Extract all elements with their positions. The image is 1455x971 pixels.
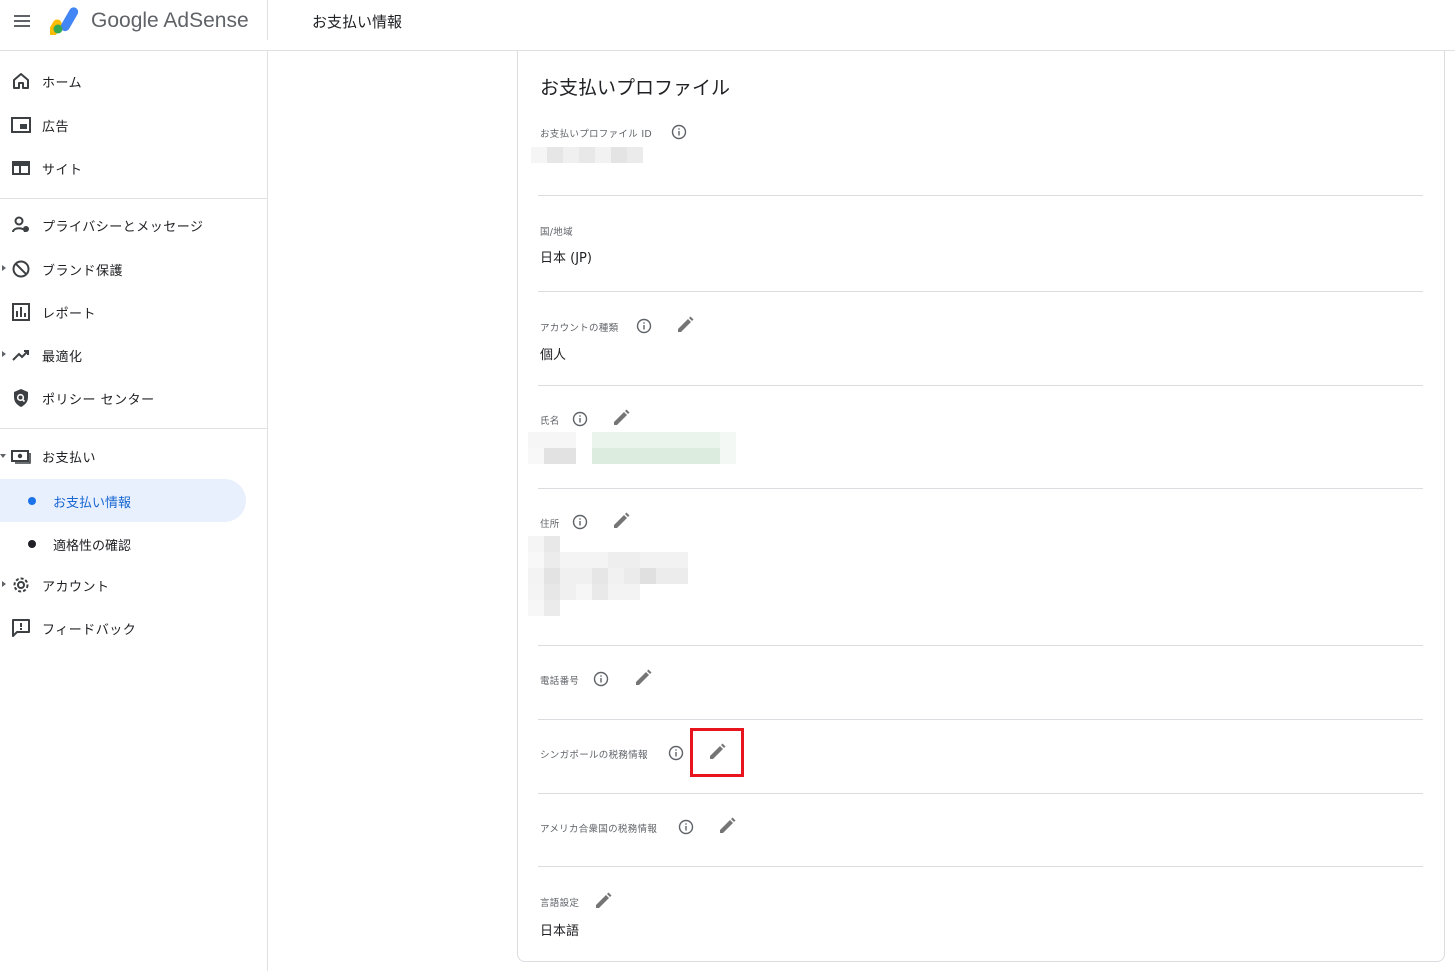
sidebar-item-label: レポート xyxy=(42,307,97,322)
field-divider xyxy=(538,645,1423,646)
sidebar-item-feedback[interactable]: フィードバック xyxy=(0,608,268,648)
info-icon[interactable] xyxy=(671,124,687,140)
hamburger-menu-icon[interactable] xyxy=(11,10,33,32)
field-divider xyxy=(538,291,1423,292)
country-label: 国/地域 xyxy=(540,227,573,238)
home-icon xyxy=(13,73,29,89)
account-type-value: 個人 xyxy=(540,348,567,363)
field-divider xyxy=(538,719,1423,720)
gear-icon xyxy=(13,577,29,593)
edit-pencil-icon[interactable] xyxy=(633,668,653,688)
sidebar-item-home[interactable]: ホーム xyxy=(0,61,268,101)
edit-pencil-icon[interactable] xyxy=(675,315,695,335)
account-type-label: アカウントの種類 xyxy=(540,323,619,334)
sidebar-item-brand-protection[interactable]: ブランド保護 xyxy=(0,249,268,289)
field-divider xyxy=(538,195,1423,196)
singapore-tax-label: シンガポールの税務情報 xyxy=(540,750,648,761)
bullet-icon xyxy=(28,540,36,548)
sidebar-item-ads[interactable]: 広告 xyxy=(0,105,268,145)
sidebar-item-account[interactable]: アカウント xyxy=(0,565,268,605)
trending-icon xyxy=(12,350,29,361)
expand-caret-icon xyxy=(2,265,6,271)
edit-pencil-icon[interactable] xyxy=(717,816,737,836)
sidebar-item-label: プライバシーとメッセージ xyxy=(42,220,204,235)
sidebar-item-policy-center[interactable]: ポリシー センター xyxy=(0,378,268,418)
language-label: 言語設定 xyxy=(540,898,580,909)
sidebar-item-label: 広告 xyxy=(42,120,70,135)
sidebar-item-optimization[interactable]: 最適化 xyxy=(0,335,268,375)
sidebar-item-payments[interactable]: お支払い xyxy=(0,436,268,476)
page-title: お支払い情報 xyxy=(312,13,403,31)
info-icon[interactable] xyxy=(678,819,694,835)
collapse-caret-icon xyxy=(0,454,6,458)
info-icon[interactable] xyxy=(572,411,588,427)
sidebar-item-label: お支払い xyxy=(42,451,97,466)
sidebar-item-sites[interactable]: サイト xyxy=(0,148,268,188)
highlight-box xyxy=(690,728,744,777)
card-title: お支払いプロファイル xyxy=(540,77,731,99)
sidebar-item-privacy[interactable]: プライバシーとメッセージ xyxy=(0,205,268,245)
sidebar-item-label: フィードバック xyxy=(42,623,137,638)
edit-pencil-icon[interactable] xyxy=(611,511,631,531)
privacy-icon xyxy=(12,216,29,233)
name-label: 氏名 xyxy=(540,416,560,427)
us-tax-label: アメリカ合衆国の税務情報 xyxy=(540,824,658,835)
sidebar-item-reports[interactable]: レポート xyxy=(0,292,268,332)
info-icon[interactable] xyxy=(668,745,684,761)
header-divider xyxy=(267,0,268,40)
ads-icon xyxy=(11,117,31,133)
sidebar-item-label: ポリシー センター xyxy=(42,393,155,408)
language-value: 日本語 xyxy=(540,924,580,939)
sidebar-divider xyxy=(0,428,268,429)
info-icon[interactable] xyxy=(593,671,609,687)
sidebar-item-label: ブランド保護 xyxy=(42,264,124,279)
field-divider xyxy=(538,793,1423,794)
sidebar-subitem-label: お支払い情報 xyxy=(53,496,132,511)
sidebar-item-label: 最適化 xyxy=(42,350,83,365)
sites-icon xyxy=(12,161,30,175)
field-divider xyxy=(538,866,1423,867)
edit-pencil-icon[interactable] xyxy=(593,891,613,911)
phone-label: 電話番号 xyxy=(540,676,580,687)
sidebar-item-label: ホーム xyxy=(42,76,83,91)
sidebar-subitem-payment-info[interactable]: お支払い情報 xyxy=(0,479,246,522)
adsense-logo-icon[interactable] xyxy=(50,5,82,35)
sidebar-item-label: アカウント xyxy=(42,580,110,595)
field-divider xyxy=(538,385,1423,386)
payments-icon xyxy=(11,450,31,464)
field-divider xyxy=(538,488,1423,489)
profile-id-label: お支払いプロファイル ID xyxy=(540,129,653,140)
sidebar: ホーム 広告 サイト プライバシーとメッセージ ブランド保護 レポート 最適化 … xyxy=(0,51,268,971)
bullet-icon xyxy=(28,497,36,505)
expand-caret-icon xyxy=(2,581,6,587)
edit-pencil-icon[interactable] xyxy=(611,408,631,428)
policy-shield-icon xyxy=(14,389,28,407)
sidebar-divider xyxy=(0,198,268,199)
info-icon[interactable] xyxy=(572,514,588,530)
address-label: 住所 xyxy=(540,519,560,530)
info-icon[interactable] xyxy=(636,318,652,334)
block-icon xyxy=(12,260,30,278)
country-value: 日本 (JP) xyxy=(540,251,592,266)
report-icon xyxy=(12,303,30,321)
expand-caret-icon xyxy=(2,351,6,357)
app-name[interactable]: Google AdSense xyxy=(91,9,249,33)
sidebar-item-label: サイト xyxy=(42,163,83,178)
sidebar-subitem-eligibility[interactable]: 適格性の確認 xyxy=(0,522,246,565)
feedback-icon xyxy=(12,619,30,637)
top-app-bar: Google AdSense お支払い情報 xyxy=(0,0,1455,51)
sidebar-subitem-label: 適格性の確認 xyxy=(53,539,132,554)
